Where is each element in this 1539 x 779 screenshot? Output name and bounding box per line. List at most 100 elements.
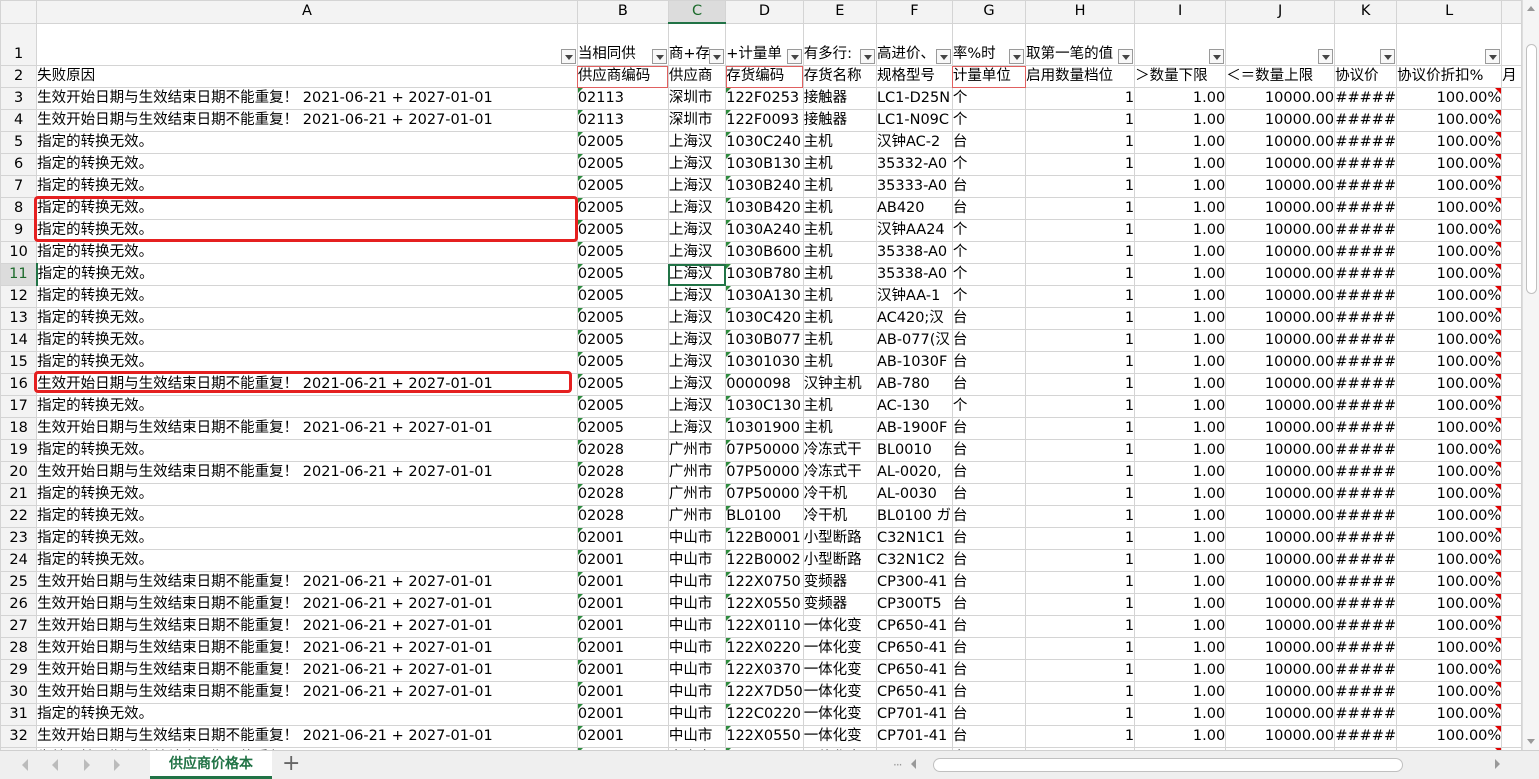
spreadsheet-grid[interactable]: ABCDEFGHIJKL 1 当相同供 商+存 +计量单 有多行: 高进价、 率%时 取第一笔…: [0, 0, 1522, 750]
cell-d[interactable]: 10301900: [725, 417, 804, 440]
cell-l[interactable]: 100.00%: [1396, 637, 1503, 660]
cell-h[interactable]: 1: [1025, 725, 1136, 748]
cell-b[interactable]: 02005: [576, 307, 669, 330]
cell-l[interactable]: 100.00%: [1396, 153, 1503, 176]
cell-d[interactable]: 1030C130: [725, 395, 804, 418]
cell-i[interactable]: 1.00: [1134, 593, 1227, 616]
column-title-b[interactable]: 供应商编码: [576, 65, 669, 88]
cell-h[interactable]: 1: [1025, 307, 1136, 330]
cell-k[interactable]: #####: [1334, 373, 1398, 396]
filter-cell-e[interactable]: 有多行:: [802, 22, 877, 66]
cell-h[interactable]: 1: [1025, 637, 1136, 660]
cell-c[interactable]: 深圳市: [667, 109, 727, 132]
cell-h[interactable]: 1: [1025, 329, 1136, 352]
cell-g[interactable]: 台: [951, 373, 1027, 396]
cell-f[interactable]: 35332-A0: [875, 153, 953, 176]
cell-e[interactable]: 冷冻式干: [802, 439, 877, 462]
cell-d[interactable]: 1030C240: [725, 131, 804, 154]
column-header-d[interactable]: D: [725, 0, 804, 24]
cell-d[interactable]: 1030B780: [725, 263, 804, 286]
cell-j[interactable]: 10000.00: [1225, 439, 1336, 462]
cell-a[interactable]: 指定的转换无效。: [36, 527, 578, 550]
cell-c[interactable]: 上海汉: [667, 197, 727, 220]
cell-b[interactable]: 02001: [576, 659, 669, 682]
cell-f[interactable]: CP701-41: [875, 703, 953, 726]
cell-f[interactable]: CP650-41: [875, 659, 953, 682]
cell-f[interactable]: AB-1030F: [875, 351, 953, 374]
cell-e[interactable]: 冷干机: [802, 505, 877, 528]
first-sheet-icon[interactable]: [22, 759, 28, 771]
cell-a[interactable]: 指定的转换无效。: [36, 307, 578, 330]
filter-dropdown-icon[interactable]: [1118, 49, 1134, 64]
row-header[interactable]: 2: [0, 65, 38, 88]
cell-k[interactable]: #####: [1334, 461, 1398, 484]
cell-f[interactable]: CP650-41: [875, 615, 953, 638]
cell-h[interactable]: 1: [1025, 549, 1136, 572]
cell-j[interactable]: 10000.00: [1225, 725, 1336, 748]
cell-k[interactable]: #####: [1334, 197, 1398, 220]
cell-l[interactable]: 100.00%: [1396, 439, 1503, 462]
cell-k[interactable]: #####: [1334, 703, 1398, 726]
cell-h[interactable]: 1: [1025, 131, 1136, 154]
cell-a[interactable]: 生效开始日期与生效结束日期不能重复！ 2021-06-21 + 2027-01-…: [36, 593, 578, 616]
column-header-i[interactable]: I: [1134, 0, 1227, 24]
tab-splitter-handle[interactable]: ···: [893, 758, 903, 772]
cell-g[interactable]: 台: [951, 351, 1027, 374]
scroll-down-icon[interactable]: [1527, 739, 1535, 744]
cell-c[interactable]: 中山市: [667, 615, 727, 638]
cell-l[interactable]: 100.00%: [1396, 681, 1503, 704]
cell-d[interactable]: 1030B420: [725, 197, 804, 220]
cell-f[interactable]: CP650-41: [875, 681, 953, 704]
row-header[interactable]: 20: [0, 461, 38, 484]
cell-l[interactable]: 100.00%: [1396, 351, 1503, 374]
cell-b[interactable]: 02113: [576, 109, 669, 132]
filter-dropdown-icon[interactable]: [1009, 49, 1025, 64]
cell-i[interactable]: 1.00: [1134, 725, 1227, 748]
cell-a[interactable]: 生效开始日期与生效结束日期不能重复！ 2021-06-21 + 2027-01-…: [36, 681, 578, 704]
cell-g[interactable]: 台: [951, 681, 1027, 704]
cell-f[interactable]: CP300-41: [875, 571, 953, 594]
cell-k[interactable]: #####: [1334, 329, 1398, 352]
cell-a[interactable]: 生效开始日期与生效结束日期不能重复！ 2021-06-21 + 2027-01-…: [36, 571, 578, 594]
column-header-j[interactable]: J: [1225, 0, 1336, 24]
cell-g[interactable]: 个: [951, 395, 1027, 418]
row-header[interactable]: 32: [0, 725, 38, 748]
filter-dropdown-icon[interactable]: [1485, 49, 1501, 64]
row-header[interactable]: 7: [0, 175, 38, 198]
cell-e[interactable]: 主机: [802, 153, 877, 176]
cell-f[interactable]: AB-1900F: [875, 417, 953, 440]
cell-d[interactable]: 1030B240: [725, 175, 804, 198]
vertical-scrollbar[interactable]: [1522, 0, 1539, 750]
cell-c[interactable]: 广州市: [667, 505, 727, 528]
cell-g[interactable]: 个: [951, 285, 1027, 308]
cell-b[interactable]: 02005: [576, 219, 669, 242]
cell-a[interactable]: 指定的转换无效。: [36, 263, 578, 286]
cell-d[interactable]: 122F0253: [725, 87, 804, 110]
cell-j[interactable]: 10000.00: [1225, 593, 1336, 616]
cell-b[interactable]: 02005: [576, 373, 669, 396]
cell-a[interactable]: 生效开始日期与生效结束日期不能重复！ 2021-06-21 + 2027-01-…: [36, 417, 578, 440]
horizontal-scrollbar[interactable]: [905, 755, 1525, 775]
cell-f[interactable]: AC420;汉: [875, 307, 953, 330]
cell-j[interactable]: 10000.00: [1225, 527, 1336, 550]
filter-cell-g[interactable]: 率%时: [951, 22, 1027, 66]
column-title-m[interactable]: 月: [1501, 65, 1522, 88]
cell-l[interactable]: 100.00%: [1396, 131, 1503, 154]
column-title-j[interactable]: ＜＝数量上限: [1225, 65, 1336, 88]
cell-k[interactable]: #####: [1334, 175, 1398, 198]
cell-b[interactable]: 02005: [576, 285, 669, 308]
cell-b[interactable]: 02001: [576, 527, 669, 550]
row-header[interactable]: 6: [0, 153, 38, 176]
cell-a[interactable]: 指定的转换无效。: [36, 131, 578, 154]
cell-l[interactable]: 100.00%: [1396, 461, 1503, 484]
cell-c[interactable]: 中山市: [667, 571, 727, 594]
scroll-right-icon[interactable]: [1495, 759, 1500, 769]
cell-b[interactable]: 02001: [576, 593, 669, 616]
cell-i[interactable]: 1.00: [1134, 439, 1227, 462]
cell-e[interactable]: 一体化变: [802, 615, 877, 638]
cell-g[interactable]: 台: [951, 615, 1027, 638]
row-header[interactable]: 12: [0, 285, 38, 308]
row-header[interactable]: 17: [0, 395, 38, 418]
cell-b[interactable]: 02005: [576, 329, 669, 352]
cell-k[interactable]: #####: [1334, 571, 1398, 594]
